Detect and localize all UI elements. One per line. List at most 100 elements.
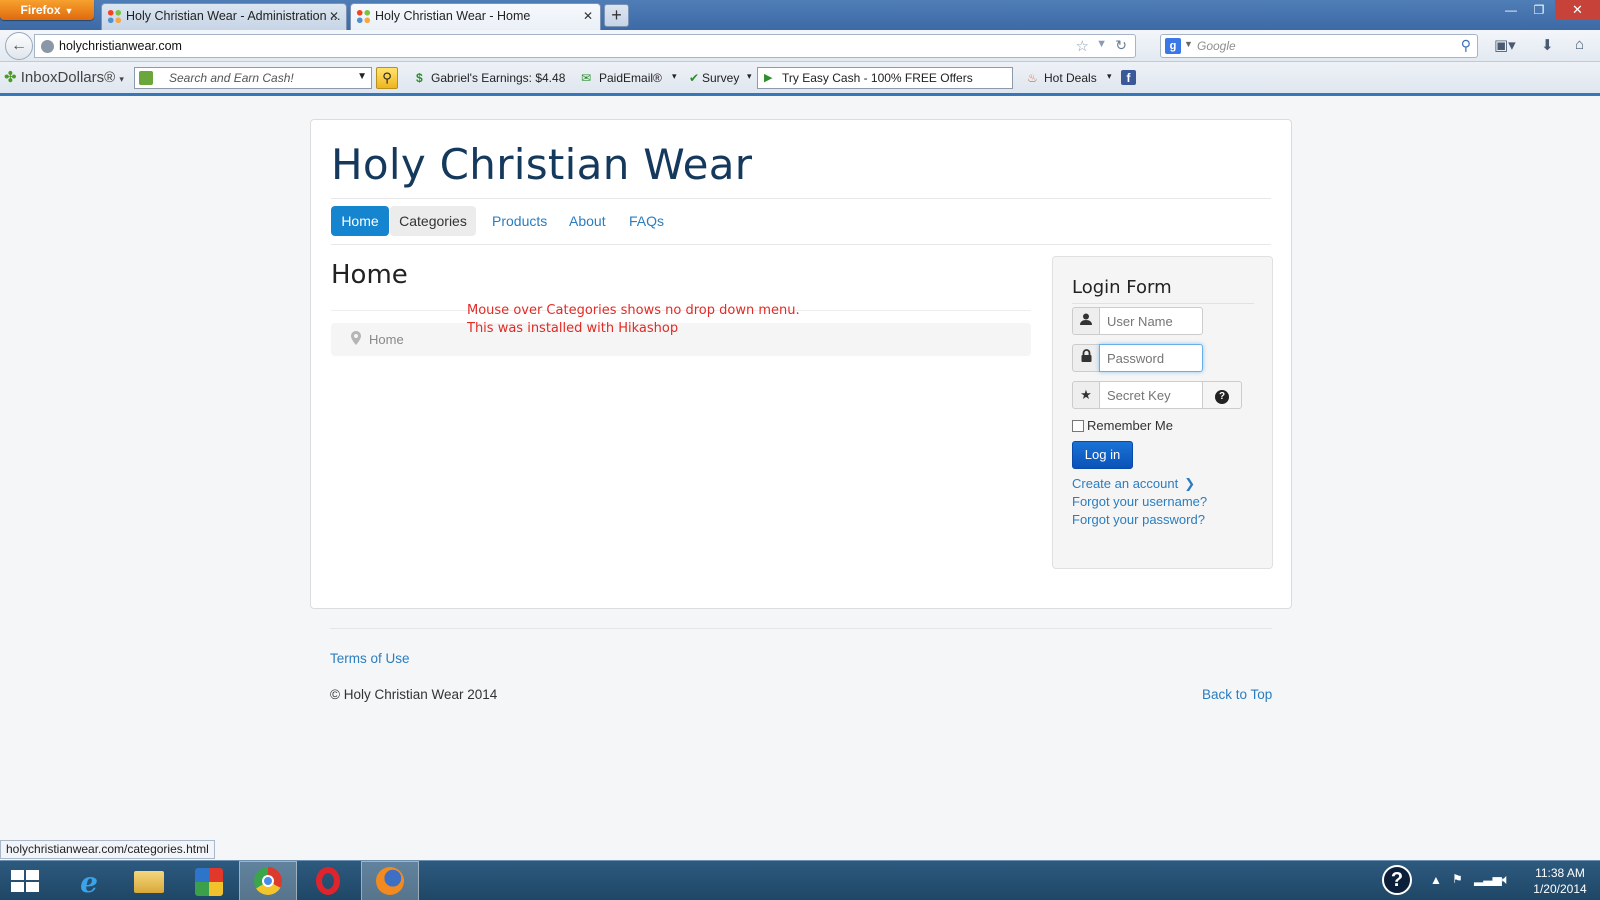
username-input[interactable] bbox=[1099, 307, 1203, 335]
navigation-toolbar: ← holychristianwear.com ☆ ▼ ↻ g ▼ Google… bbox=[0, 30, 1600, 62]
search-bar[interactable]: g ▼ Google ⚲ bbox=[1160, 34, 1478, 58]
footer-divider bbox=[330, 628, 1272, 629]
login-form-title: Login Form bbox=[1072, 277, 1172, 298]
copyright-text: © Holy Christian Wear 2014 bbox=[330, 687, 498, 702]
tab-home[interactable]: Holy Christian Wear - Home ✕ bbox=[350, 3, 601, 30]
firefox-menu-button[interactable]: Firefox ▼ bbox=[0, 0, 94, 20]
address-text: holychristianwear.com bbox=[59, 39, 182, 53]
search-icon[interactable]: ⚲ bbox=[1461, 37, 1471, 54]
reload-icon[interactable]: ↻ bbox=[1115, 37, 1127, 54]
home-icon[interactable]: ⌂ bbox=[1575, 36, 1584, 53]
minimize-icon[interactable]: — bbox=[1496, 0, 1526, 20]
survey-link[interactable]: Survey bbox=[702, 71, 739, 85]
annotation-line: This was installed with Hikashop bbox=[467, 321, 679, 336]
login-form: Login Form ★ ? Remember Me Log in Create… bbox=[1052, 256, 1273, 569]
restore-icon[interactable]: ❐ bbox=[1524, 0, 1554, 20]
page-title: Home bbox=[331, 260, 408, 290]
chevron-down-icon[interactable]: ▾ bbox=[1107, 71, 1112, 82]
menu-item-home[interactable]: Home bbox=[331, 206, 389, 236]
create-account-link[interactable]: Create an account ❯ bbox=[1072, 476, 1195, 492]
opera-button[interactable] bbox=[299, 861, 357, 900]
volume-icon[interactable]: 🔈︎ bbox=[1502, 871, 1510, 888]
password-input[interactable] bbox=[1099, 344, 1203, 372]
app-button[interactable] bbox=[180, 861, 238, 900]
login-button[interactable]: Log in bbox=[1072, 441, 1133, 469]
remember-me[interactable]: Remember Me bbox=[1072, 418, 1173, 433]
search-placeholder: Google bbox=[1197, 39, 1236, 53]
chevron-down-icon[interactable]: ▼ bbox=[357, 71, 367, 82]
internet-explorer-icon: e bbox=[80, 866, 98, 899]
start-button[interactable] bbox=[0, 861, 58, 900]
flag-icon[interactable]: ⚑ bbox=[1452, 872, 1463, 886]
new-tab-button[interactable]: + bbox=[604, 4, 629, 27]
star-icon: ★ bbox=[1072, 381, 1100, 409]
help-button[interactable]: ? bbox=[1202, 381, 1242, 409]
tray-expand-icon[interactable]: ▲ bbox=[1430, 873, 1442, 887]
globe-icon bbox=[41, 40, 54, 53]
remember-me-checkbox[interactable] bbox=[1072, 420, 1084, 432]
hot-deals-link[interactable]: Hot Deals bbox=[1044, 71, 1097, 85]
dollar-icon: $ bbox=[416, 71, 423, 85]
back-button[interactable]: ← bbox=[5, 32, 33, 60]
easy-cash-offer[interactable]: ▶ Try Easy Cash - 100% FREE Offers bbox=[757, 67, 1013, 89]
secret-key-input[interactable] bbox=[1099, 381, 1203, 409]
folder-icon bbox=[134, 871, 164, 893]
file-explorer-button[interactable] bbox=[120, 861, 178, 900]
offer-label: Try Easy Cash - 100% FREE Offers bbox=[782, 71, 973, 85]
earnings-link[interactable]: Gabriel's Earnings: $4.48 bbox=[431, 71, 565, 85]
search-icon: ⚲ bbox=[382, 70, 392, 85]
joomla-icon bbox=[107, 9, 122, 24]
user-icon bbox=[1072, 307, 1100, 335]
terms-of-use-link[interactable]: Terms of Use bbox=[330, 651, 410, 666]
menu-item-products[interactable]: Products bbox=[480, 206, 559, 236]
chevron-down-icon[interactable]: ▼ bbox=[1096, 38, 1107, 50]
inboxdollars-logo[interactable]: ✤ InboxDollars® ▾ bbox=[4, 68, 124, 86]
opera-icon bbox=[316, 867, 340, 895]
divider bbox=[331, 244, 1271, 245]
help-icon[interactable]: ? bbox=[1382, 865, 1412, 895]
chevron-down-icon[interactable]: ▾ bbox=[747, 71, 752, 82]
chevron-down-icon[interactable]: ▼ bbox=[1184, 39, 1193, 49]
site-title[interactable]: Holy Christian Wear bbox=[331, 140, 752, 189]
chrome-button[interactable] bbox=[239, 861, 297, 900]
window-close-button[interactable]: ✕ bbox=[1555, 0, 1600, 20]
firefox-button[interactable] bbox=[361, 861, 419, 900]
remember-me-label: Remember Me bbox=[1087, 418, 1173, 433]
clock-date: 1/20/2014 bbox=[1533, 882, 1587, 896]
paidemail-link[interactable]: PaidEmail® bbox=[599, 71, 662, 85]
mail-icon: ✉ bbox=[581, 71, 592, 85]
lock-icon bbox=[1072, 344, 1100, 372]
menu-item-faqs[interactable]: FAQs bbox=[617, 206, 676, 236]
back-to-top-link[interactable]: Back to Top bbox=[1202, 687, 1272, 702]
system-clock[interactable]: 11:38 AM 1/20/2014 bbox=[1527, 865, 1593, 897]
tab-label: Holy Christian Wear - Administration ... bbox=[126, 9, 341, 23]
clock-time: 11:38 AM bbox=[1535, 866, 1585, 880]
star-icon[interactable]: ☆ bbox=[1076, 37, 1089, 55]
menu-item-about[interactable]: About bbox=[557, 206, 618, 236]
tab-administration[interactable]: Holy Christian Wear - Administration ...… bbox=[101, 3, 347, 30]
facebook-icon[interactable]: f bbox=[1121, 70, 1136, 85]
chevron-down-icon[interactable]: ▾ bbox=[119, 74, 124, 84]
address-bar[interactable]: holychristianwear.com ☆ ▼ ↻ bbox=[34, 34, 1136, 58]
menu-item-categories[interactable]: Categories bbox=[390, 206, 476, 236]
google-icon[interactable]: g bbox=[1165, 38, 1181, 54]
network-icon[interactable]: ▂▃▅ bbox=[1474, 872, 1502, 886]
search-go-button[interactable]: ⚲ bbox=[376, 67, 398, 89]
close-icon[interactable]: ✕ bbox=[329, 4, 339, 29]
joomla-icon bbox=[356, 9, 371, 24]
close-icon[interactable]: ✕ bbox=[583, 4, 593, 29]
search-engine-icon[interactable] bbox=[139, 71, 153, 85]
chevron-down-icon[interactable]: ▾ bbox=[672, 71, 677, 82]
earn-cash-search-input[interactable]: Search and Earn Cash! ▼ bbox=[134, 67, 372, 89]
forgot-username-link[interactable]: Forgot your username? bbox=[1072, 494, 1207, 509]
annotation-line: Mouse over Categories shows no drop down… bbox=[467, 303, 800, 318]
inboxdollars-brand: InboxDollars® bbox=[20, 69, 116, 86]
forgot-password-link[interactable]: Forgot your password? bbox=[1072, 512, 1205, 527]
arrow-left-icon: ← bbox=[11, 37, 27, 54]
internet-explorer-button[interactable]: e bbox=[60, 861, 118, 900]
download-icon[interactable]: ⬇ bbox=[1541, 36, 1554, 54]
play-icon: ▶ bbox=[764, 72, 773, 84]
check-icon: ✔ bbox=[689, 71, 700, 85]
earn-cash-placeholder: Search and Earn Cash! bbox=[169, 71, 294, 85]
bookmarks-icon[interactable]: ▣▾ bbox=[1494, 36, 1516, 54]
